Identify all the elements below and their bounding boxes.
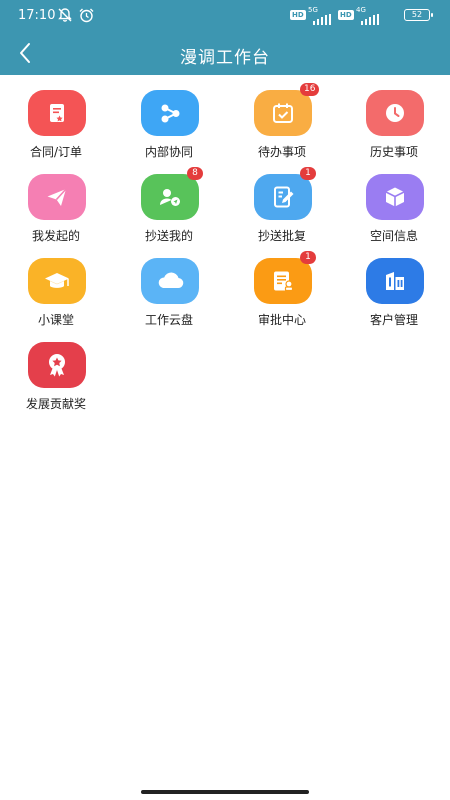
alarm-clock-icon bbox=[78, 7, 95, 23]
edit-note-icon: 1 bbox=[254, 167, 316, 220]
status-right-cluster: HD 5G HD 4G 52 bbox=[290, 6, 433, 25]
app-label: 抄送我的 bbox=[144, 229, 193, 243]
app-tile[interactable]: 合同/订单 bbox=[0, 75, 112, 159]
app-label: 合同/订单 bbox=[29, 145, 83, 159]
graduation-cap-icon bbox=[28, 258, 86, 304]
signal-icon bbox=[310, 10, 332, 29]
app-tile[interactable]: 内部协同 bbox=[113, 75, 225, 159]
app-label: 我发起的 bbox=[31, 229, 80, 243]
cloud-icon bbox=[141, 258, 199, 304]
count-badge: 8 bbox=[187, 167, 203, 180]
signal-icon bbox=[358, 10, 380, 29]
battery-icon: 52 bbox=[404, 9, 433, 21]
paper-plane-icon bbox=[28, 174, 86, 220]
user-send-icon: 8 bbox=[141, 167, 203, 220]
count-badge: 16 bbox=[300, 83, 320, 96]
hd-badge: HD bbox=[338, 10, 354, 20]
app-label: 发展贡献奖 bbox=[25, 397, 86, 411]
app-label: 客户管理 bbox=[369, 313, 418, 327]
home-indicator[interactable] bbox=[141, 790, 309, 794]
contract-icon bbox=[28, 90, 86, 136]
count-badge: 1 bbox=[300, 251, 316, 264]
app-label: 小课堂 bbox=[37, 313, 74, 327]
app-label: 空间信息 bbox=[369, 229, 418, 243]
app-label: 工作云盘 bbox=[144, 313, 193, 327]
count-badge: 1 bbox=[300, 167, 316, 180]
calendar-check-icon: 16 bbox=[254, 83, 320, 136]
app-tile[interactable]: 历史事项 bbox=[338, 75, 450, 159]
app-tile[interactable]: 8 抄送我的 bbox=[113, 159, 225, 243]
app-label: 审批中心 bbox=[257, 313, 306, 327]
award-ribbon-icon bbox=[28, 342, 86, 388]
app-tile[interactable]: 客户管理 bbox=[338, 243, 450, 327]
app-label: 待办事项 bbox=[257, 145, 306, 159]
app-tile[interactable]: 16 待办事项 bbox=[226, 75, 338, 159]
app-label: 历史事项 bbox=[369, 145, 418, 159]
app-tile[interactable]: 小课堂 bbox=[0, 243, 112, 327]
hd-badge: HD bbox=[290, 10, 306, 20]
app-tile[interactable]: 空间信息 bbox=[338, 159, 450, 243]
app-tile[interactable]: 发展贡献奖 bbox=[0, 327, 112, 411]
approval-doc-icon: 1 bbox=[254, 251, 316, 304]
app-tile[interactable]: 1 抄送批复 bbox=[226, 159, 338, 243]
cube-icon bbox=[366, 174, 424, 220]
status-time: 17:10 bbox=[18, 8, 56, 23]
app-label: 抄送批复 bbox=[257, 229, 306, 243]
app-tile[interactable]: 工作云盘 bbox=[113, 243, 225, 327]
clock-icon bbox=[366, 90, 424, 136]
notifications-muted-icon bbox=[57, 7, 73, 23]
app-tile[interactable]: 我发起的 bbox=[0, 159, 112, 243]
building-icon bbox=[366, 258, 424, 304]
status-bar: 17:10 HD 5G HD 4G 52 bbox=[0, 0, 450, 32]
share-nodes-icon bbox=[141, 90, 199, 136]
nav-bar: 漫调工作台 bbox=[0, 32, 450, 75]
page-title: 漫调工作台 bbox=[180, 48, 270, 68]
app-label: 内部协同 bbox=[144, 145, 193, 159]
top-bar: 17:10 HD 5G HD 4G 52 漫调工作台 bbox=[0, 0, 450, 75]
app-tile[interactable]: 1 审批中心 bbox=[226, 243, 338, 327]
